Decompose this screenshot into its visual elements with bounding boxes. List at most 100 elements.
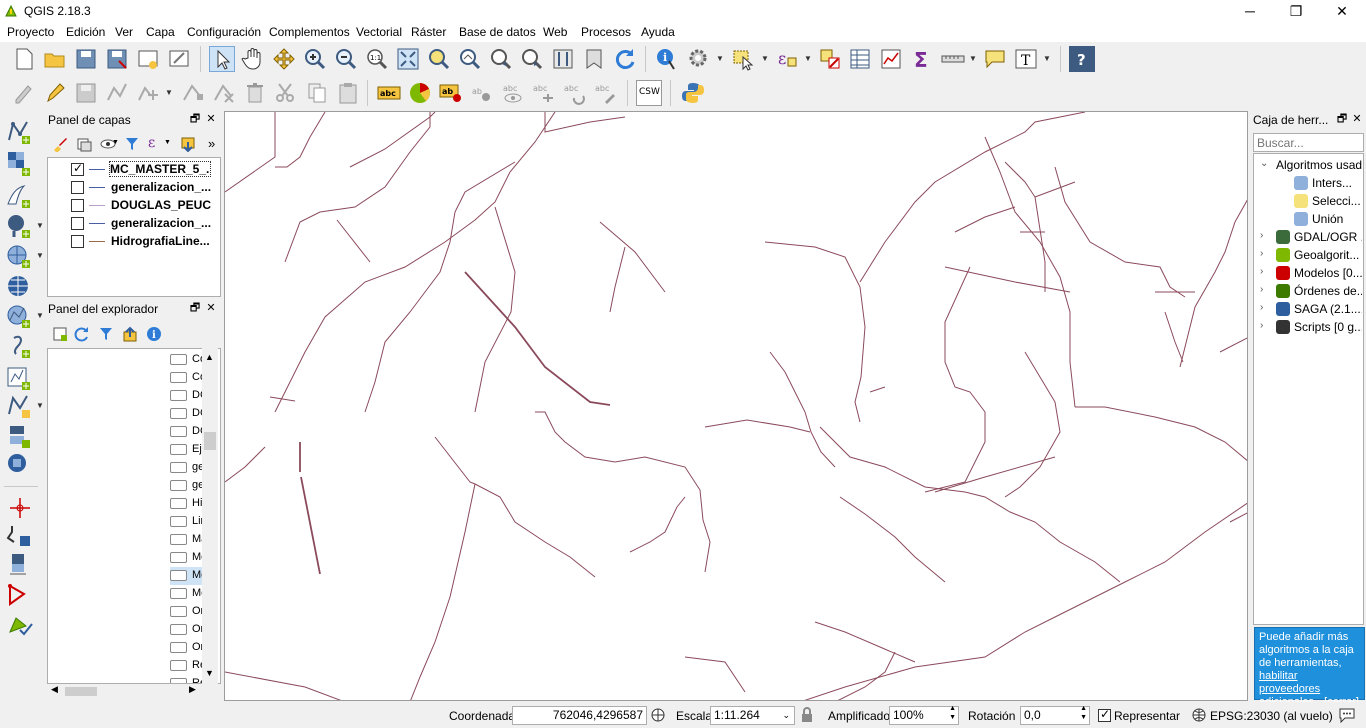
- chevron-down-icon[interactable]: ▼: [36, 242, 44, 270]
- text-annotation-button[interactable]: T: [1013, 46, 1039, 72]
- chevron-right-icon[interactable]: ›: [1260, 320, 1263, 331]
- chevron-down-icon[interactable]: ▼: [205, 668, 214, 678]
- toolbox-tree-item[interactable]: ⌄ Algoritmos usad...: [1254, 156, 1362, 174]
- save-project-button[interactable]: [73, 46, 99, 72]
- new-shapefile-layer-button[interactable]: [4, 364, 36, 392]
- add-selected-layers-icon[interactable]: [52, 326, 68, 342]
- render-checkbox[interactable]: [1098, 707, 1111, 722]
- chevron-down-icon[interactable]: ▼: [36, 392, 44, 420]
- georeferencer-button[interactable]: [4, 494, 36, 522]
- chevron-left-icon[interactable]: ◀: [51, 684, 58, 695]
- zoom-full-button[interactable]: [395, 46, 421, 72]
- float-panel-icon[interactable]: 🗗: [188, 301, 202, 315]
- toolbox-tree-item[interactable]: › Modelos [0...: [1254, 264, 1362, 282]
- filter-icon[interactable]: [124, 136, 140, 152]
- chevron-down-icon[interactable]: ▼: [716, 46, 724, 72]
- menu-proyecto[interactable]: Proyecto: [7, 25, 54, 39]
- chevron-right-icon[interactable]: ▶: [189, 684, 196, 695]
- run-feature-action-button[interactable]: [686, 46, 712, 72]
- geometry-checker-button[interactable]: [4, 610, 36, 638]
- filter-expression-icon[interactable]: ε: [148, 135, 164, 151]
- add-delimited-text-button[interactable]: [4, 182, 36, 210]
- chevron-down-icon[interactable]: ▼: [36, 212, 44, 240]
- close-panel-icon[interactable]: ✕: [204, 112, 218, 126]
- add-vector-layer-button[interactable]: [4, 118, 36, 146]
- toolbox-tree-item[interactable]: Selecci...: [1254, 192, 1362, 210]
- browser-vscrollbar[interactable]: ▲ ▼: [202, 348, 218, 684]
- chevron-down-icon[interactable]: ▼: [165, 80, 173, 106]
- crs-globe-icon[interactable]: [1192, 708, 1206, 722]
- open-project-button[interactable]: [42, 46, 68, 72]
- chevron-right-icon[interactable]: ›: [1260, 230, 1263, 241]
- add-wcs-layer-button[interactable]: [4, 450, 36, 478]
- add-spatialite-layer-button[interactable]: [4, 242, 36, 270]
- zoom-next-button[interactable]: [519, 46, 545, 72]
- show-hide-labels-button[interactable]: abc: [500, 80, 526, 106]
- move-label-button[interactable]: abc: [531, 80, 557, 106]
- chevron-up-icon[interactable]: ▲: [205, 352, 214, 362]
- toolbox-tree-item[interactable]: › Geoalgorit...: [1254, 246, 1362, 264]
- open-attribute-table-button[interactable]: [847, 46, 873, 72]
- menu-procesos[interactable]: Procesos: [581, 25, 631, 39]
- rotation-spinbox[interactable]: 0,0 ▲ ▼: [1020, 704, 1090, 725]
- add-wfs-layer-button[interactable]: [4, 302, 36, 330]
- select-by-expression-button[interactable]: ε: [774, 46, 800, 72]
- chevron-down-icon[interactable]: ▼: [112, 139, 119, 146]
- scrollbar-thumb[interactable]: [65, 687, 97, 696]
- toolbox-tree-item[interactable]: Unión: [1254, 210, 1362, 228]
- coordinate-field[interactable]: 762046,4296587: [512, 706, 647, 725]
- menu-ver[interactable]: Ver: [115, 25, 133, 39]
- new-bookmark-button[interactable]: [581, 46, 607, 72]
- refresh-icon[interactable]: [74, 326, 90, 342]
- rotate-label-button[interactable]: abc: [562, 80, 588, 106]
- toggle-editing-button[interactable]: [42, 80, 68, 106]
- chevron-right-icon[interactable]: ›: [1260, 266, 1263, 277]
- statistical-summary-button[interactable]: [878, 46, 904, 72]
- zoom-native-button[interactable]: 1:1: [364, 46, 390, 72]
- layer-row[interactable]: MC_MASTER_5_...: [48, 160, 220, 178]
- layer-visibility-checkbox[interactable]: [71, 181, 84, 194]
- pan-tool-active-button[interactable]: [209, 46, 235, 72]
- chevron-right-icon[interactable]: ›: [1260, 248, 1263, 259]
- save-as-button[interactable]: [104, 46, 130, 72]
- menu-vectorial[interactable]: Vectorial: [356, 25, 402, 39]
- toolbox-search-input[interactable]: [1253, 133, 1364, 152]
- deselect-features-button[interactable]: [817, 46, 843, 72]
- tile-scale-button[interactable]: [550, 46, 576, 72]
- diagram-options-button[interactable]: [407, 80, 433, 106]
- add-group-icon[interactable]: [76, 136, 92, 152]
- style-brush-icon[interactable]: [52, 136, 68, 153]
- add-raster-layer-button[interactable]: [4, 150, 36, 178]
- python-console-button[interactable]: [680, 80, 706, 106]
- collapse-all-icon[interactable]: [122, 326, 138, 342]
- spinbox-arrows-icon[interactable]: ▲ ▼: [1080, 704, 1087, 722]
- toolbox-tree-item[interactable]: › Órdenes de...: [1254, 282, 1362, 300]
- save-layer-edits-button[interactable]: [73, 80, 99, 106]
- move-feature-button[interactable]: [135, 80, 161, 106]
- menu-ayuda[interactable]: Ayuda: [641, 25, 675, 39]
- chevron-down-icon[interactable]: ▼: [36, 302, 44, 330]
- toolbox-tree-item[interactable]: › GDAL/OGR ...: [1254, 228, 1362, 246]
- layer-visibility-checkbox[interactable]: [71, 217, 84, 230]
- layer-row[interactable]: generalizacion_...: [48, 214, 220, 232]
- chevron-down-icon[interactable]: ⌄: [782, 707, 790, 724]
- add-mssql-layer-button[interactable]: [4, 422, 36, 450]
- pan-to-selection-button[interactable]: [271, 46, 297, 72]
- crs-label[interactable]: EPSG:23030 (al vuelo): [1210, 709, 1333, 723]
- menu-capa[interactable]: Capa: [146, 25, 175, 39]
- chevron-down-icon[interactable]: ⌄: [1260, 158, 1268, 169]
- layer-row[interactable]: DOUGLAS_PEUC...: [48, 196, 220, 214]
- chevron-down-icon[interactable]: ▼: [1043, 46, 1051, 72]
- spinbox-arrows-icon[interactable]: ▲ ▼: [949, 704, 956, 722]
- field-calculator-button[interactable]: Σ: [909, 46, 935, 72]
- map-canvas[interactable]: [224, 111, 1248, 701]
- add-virtual-layer-button[interactable]: [4, 332, 36, 360]
- filter-icon[interactable]: [98, 326, 114, 342]
- scrollbar-thumb[interactable]: [204, 432, 216, 450]
- menu-base-de-datos[interactable]: Base de datos: [459, 25, 536, 39]
- close-panel-icon[interactable]: ✕: [1350, 112, 1364, 126]
- menu-web[interactable]: Web: [543, 25, 567, 39]
- toolbox-tree-item[interactable]: Inters...: [1254, 174, 1362, 192]
- layer-visibility-checkbox[interactable]: [71, 235, 84, 248]
- float-panel-icon[interactable]: 🗗: [188, 112, 202, 126]
